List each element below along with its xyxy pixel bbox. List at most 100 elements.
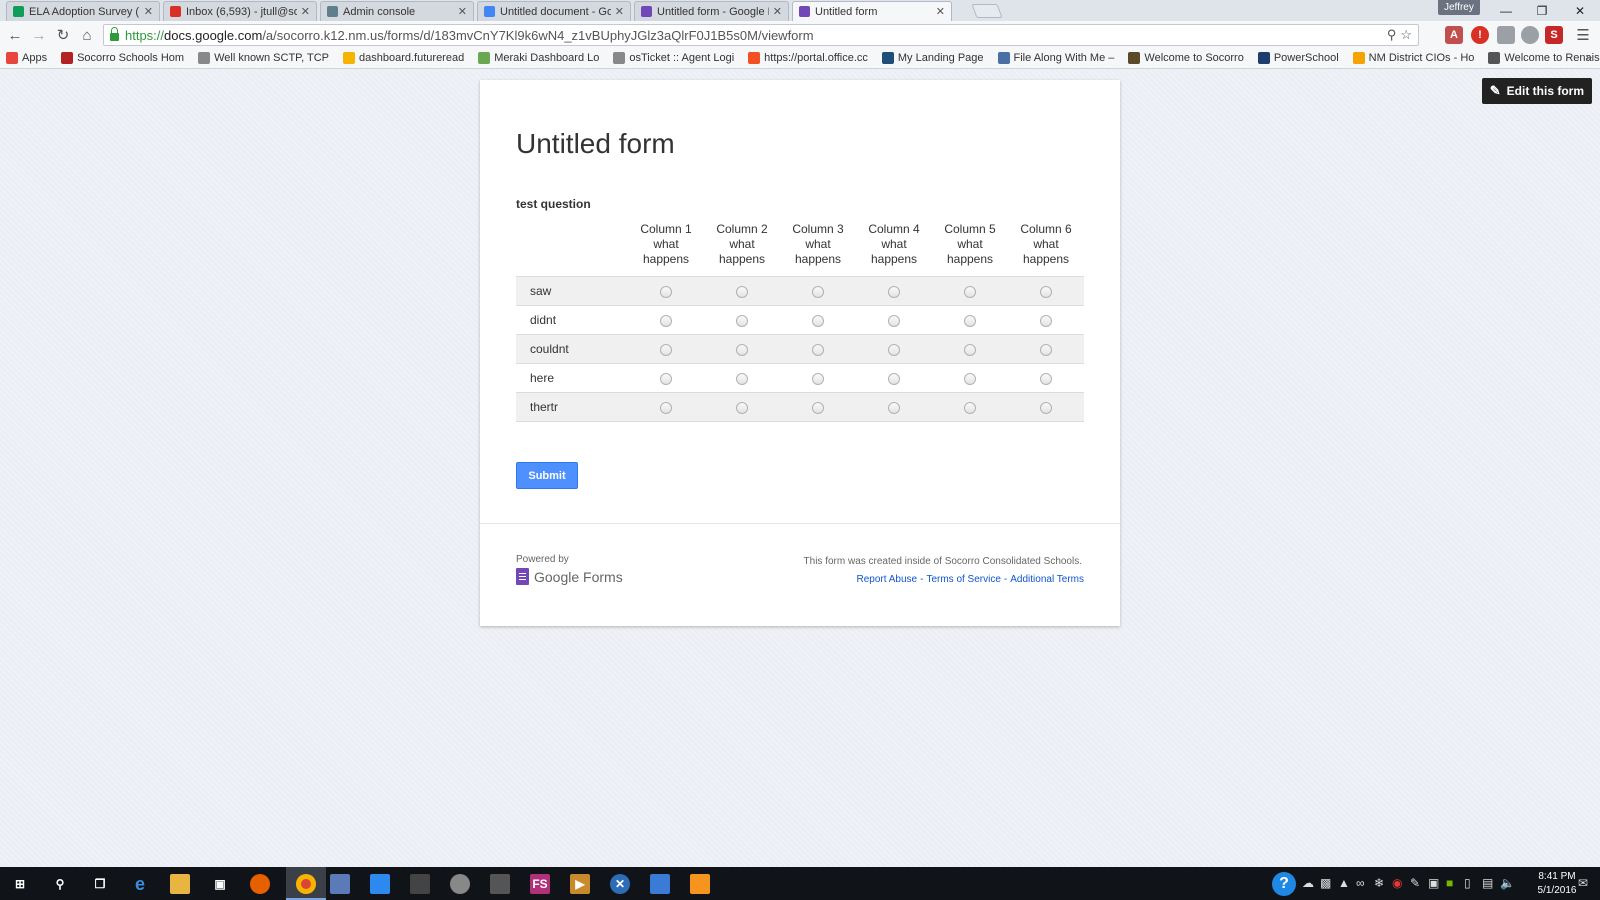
grid-radio-button[interactable] (660, 343, 672, 356)
app-icon[interactable] (450, 874, 470, 894)
close-tab-icon[interactable]: ✕ (936, 5, 945, 18)
close-tab-icon[interactable]: ✕ (144, 5, 153, 18)
tray-icon[interactable]: ◉ (1392, 876, 1402, 890)
footer-link[interactable]: Additional Terms (1010, 574, 1084, 585)
extension-icon[interactable]: ! (1471, 26, 1489, 44)
calculator-icon[interactable] (490, 874, 510, 894)
bookmark-item[interactable]: File Along With Me – (997, 52, 1114, 64)
search-icon[interactable]: ⚲ (50, 874, 70, 894)
browser-tab[interactable]: Untitled form ✕ (792, 1, 952, 21)
grid-radio-button[interactable] (964, 372, 976, 385)
grid-radio-button[interactable] (812, 285, 824, 298)
app-icon[interactable] (690, 874, 710, 894)
bookmark-item[interactable]: Meraki Dashboard Lo (478, 52, 599, 64)
close-tab-icon[interactable]: ✕ (458, 5, 467, 18)
bookmark-item[interactable]: https://portal.office.cc (748, 52, 868, 64)
notifications-icon[interactable]: ✉ (1578, 876, 1588, 890)
tray-icon[interactable]: ❄ (1374, 876, 1384, 890)
grid-radio-button[interactable] (812, 343, 824, 356)
footer-link[interactable]: Report Abuse (856, 574, 917, 585)
grid-radio-button[interactable] (888, 314, 900, 327)
grid-radio-button[interactable] (736, 401, 748, 414)
chrome-icon[interactable] (296, 874, 316, 894)
grid-radio-button[interactable] (888, 343, 900, 356)
firefox-icon[interactable] (250, 874, 270, 894)
browser-tab[interactable]: Untitled document - Goo ✕ (477, 1, 631, 21)
close-window-icon[interactable]: ✕ (1562, 0, 1598, 21)
grid-radio-button[interactable] (736, 343, 748, 356)
more-bookmarks-icon[interactable]: » (1585, 50, 1592, 64)
grid-radio-button[interactable] (1040, 285, 1052, 298)
help-icon[interactable]: ? (1272, 872, 1296, 896)
grid-radio-button[interactable] (736, 285, 748, 298)
restore-icon[interactable]: ❐ (1524, 0, 1560, 21)
network-icon[interactable]: ▤ (1482, 876, 1493, 890)
browser-tab[interactable]: Untitled form - Google Fo ✕ (634, 1, 789, 21)
grid-radio-button[interactable] (1040, 343, 1052, 356)
app-icon[interactable] (330, 874, 350, 894)
grid-radio-button[interactable] (736, 314, 748, 327)
menu-icon[interactable]: ☰ (1574, 26, 1592, 44)
edit-form-button[interactable]: ✎ Edit this form (1481, 78, 1592, 104)
close-tab-icon[interactable]: ✕ (615, 5, 624, 18)
grid-radio-button[interactable] (736, 372, 748, 385)
profile-button[interactable]: Jeffrey (1438, 0, 1480, 15)
app-icon[interactable] (650, 874, 670, 894)
google-forms-logo[interactable]: Google Forms (516, 568, 623, 585)
extension-icon[interactable] (1521, 26, 1539, 44)
grid-radio-button[interactable] (812, 401, 824, 414)
bookmark-item[interactable]: Socorro Schools Hom (61, 52, 184, 64)
grid-radio-button[interactable] (1040, 401, 1052, 414)
bookmark-item[interactable]: osTicket :: Agent Logi (613, 52, 734, 64)
grid-radio-button[interactable] (660, 372, 672, 385)
tray-icon[interactable]: ✎ (1410, 876, 1420, 890)
grid-radio-button[interactable] (660, 401, 672, 414)
terminal-icon[interactable] (410, 874, 430, 894)
new-tab-button[interactable] (971, 4, 1003, 18)
app-icon[interactable]: FS (530, 874, 550, 894)
tray-icon[interactable]: ▣ (1428, 876, 1439, 890)
grid-radio-button[interactable] (660, 314, 672, 327)
app-icon[interactable] (370, 874, 390, 894)
footer-link[interactable]: Terms of Service (926, 574, 1000, 585)
tray-icon[interactable]: ∞ (1356, 876, 1365, 890)
grid-radio-button[interactable] (812, 314, 824, 327)
extension-icon[interactable]: S (1545, 26, 1563, 44)
bookmark-item[interactable]: My Landing Page (881, 52, 984, 64)
grid-radio-button[interactable] (660, 285, 672, 298)
extension-icon[interactable] (1497, 26, 1515, 44)
grid-radio-button[interactable] (1040, 372, 1052, 385)
task-view-icon[interactable]: ❐ (90, 874, 110, 894)
submit-button[interactable]: Submit (516, 462, 578, 489)
forward-icon[interactable]: → (30, 26, 48, 44)
bookmark-item[interactable]: Well known SCTP, TCP (198, 52, 329, 64)
minimize-icon[interactable]: — (1488, 0, 1524, 21)
bookmark-item[interactable]: PowerSchool (1257, 52, 1339, 64)
bookmark-item[interactable]: Welcome to Socorro (1128, 52, 1244, 64)
reload-icon[interactable]: ↻ (54, 26, 72, 44)
bookmark-item[interactable]: Welcome to Renaissa (1488, 52, 1600, 64)
grid-radio-button[interactable] (888, 372, 900, 385)
browser-tab[interactable]: ELA Adoption Survey (Res ✕ (6, 1, 160, 21)
grid-radio-button[interactable] (964, 314, 976, 327)
bookmark-item[interactable]: NM District CIOs - Ho (1352, 52, 1474, 64)
grid-radio-button[interactable] (964, 285, 976, 298)
grid-radio-button[interactable] (1040, 314, 1052, 327)
media-player-icon[interactable]: ▶ (570, 874, 590, 894)
bookmark-item[interactable]: Apps (6, 52, 47, 64)
close-tab-icon[interactable]: ✕ (301, 5, 310, 18)
drive-icon[interactable]: ▲ (1338, 876, 1350, 890)
nvidia-icon[interactable]: ■ (1446, 876, 1453, 890)
store-icon[interactable]: ▣ (210, 874, 230, 894)
acrobat-extension-icon[interactable]: A (1445, 26, 1463, 44)
browser-tab[interactable]: Inbox (6,593) - jtull@soco ✕ (163, 1, 317, 21)
file-explorer-icon[interactable] (170, 874, 190, 894)
home-icon[interactable]: ⌂ (78, 26, 96, 44)
grid-radio-button[interactable] (812, 372, 824, 385)
grid-radio-button[interactable] (888, 285, 900, 298)
grid-radio-button[interactable] (964, 343, 976, 356)
bookmark-item[interactable]: dashboard.futureread (343, 52, 464, 64)
app-icon[interactable]: ✕ (610, 874, 630, 894)
bookmark-star-icon[interactable]: ☆ (1400, 27, 1412, 43)
edge-icon[interactable]: e (130, 874, 150, 894)
